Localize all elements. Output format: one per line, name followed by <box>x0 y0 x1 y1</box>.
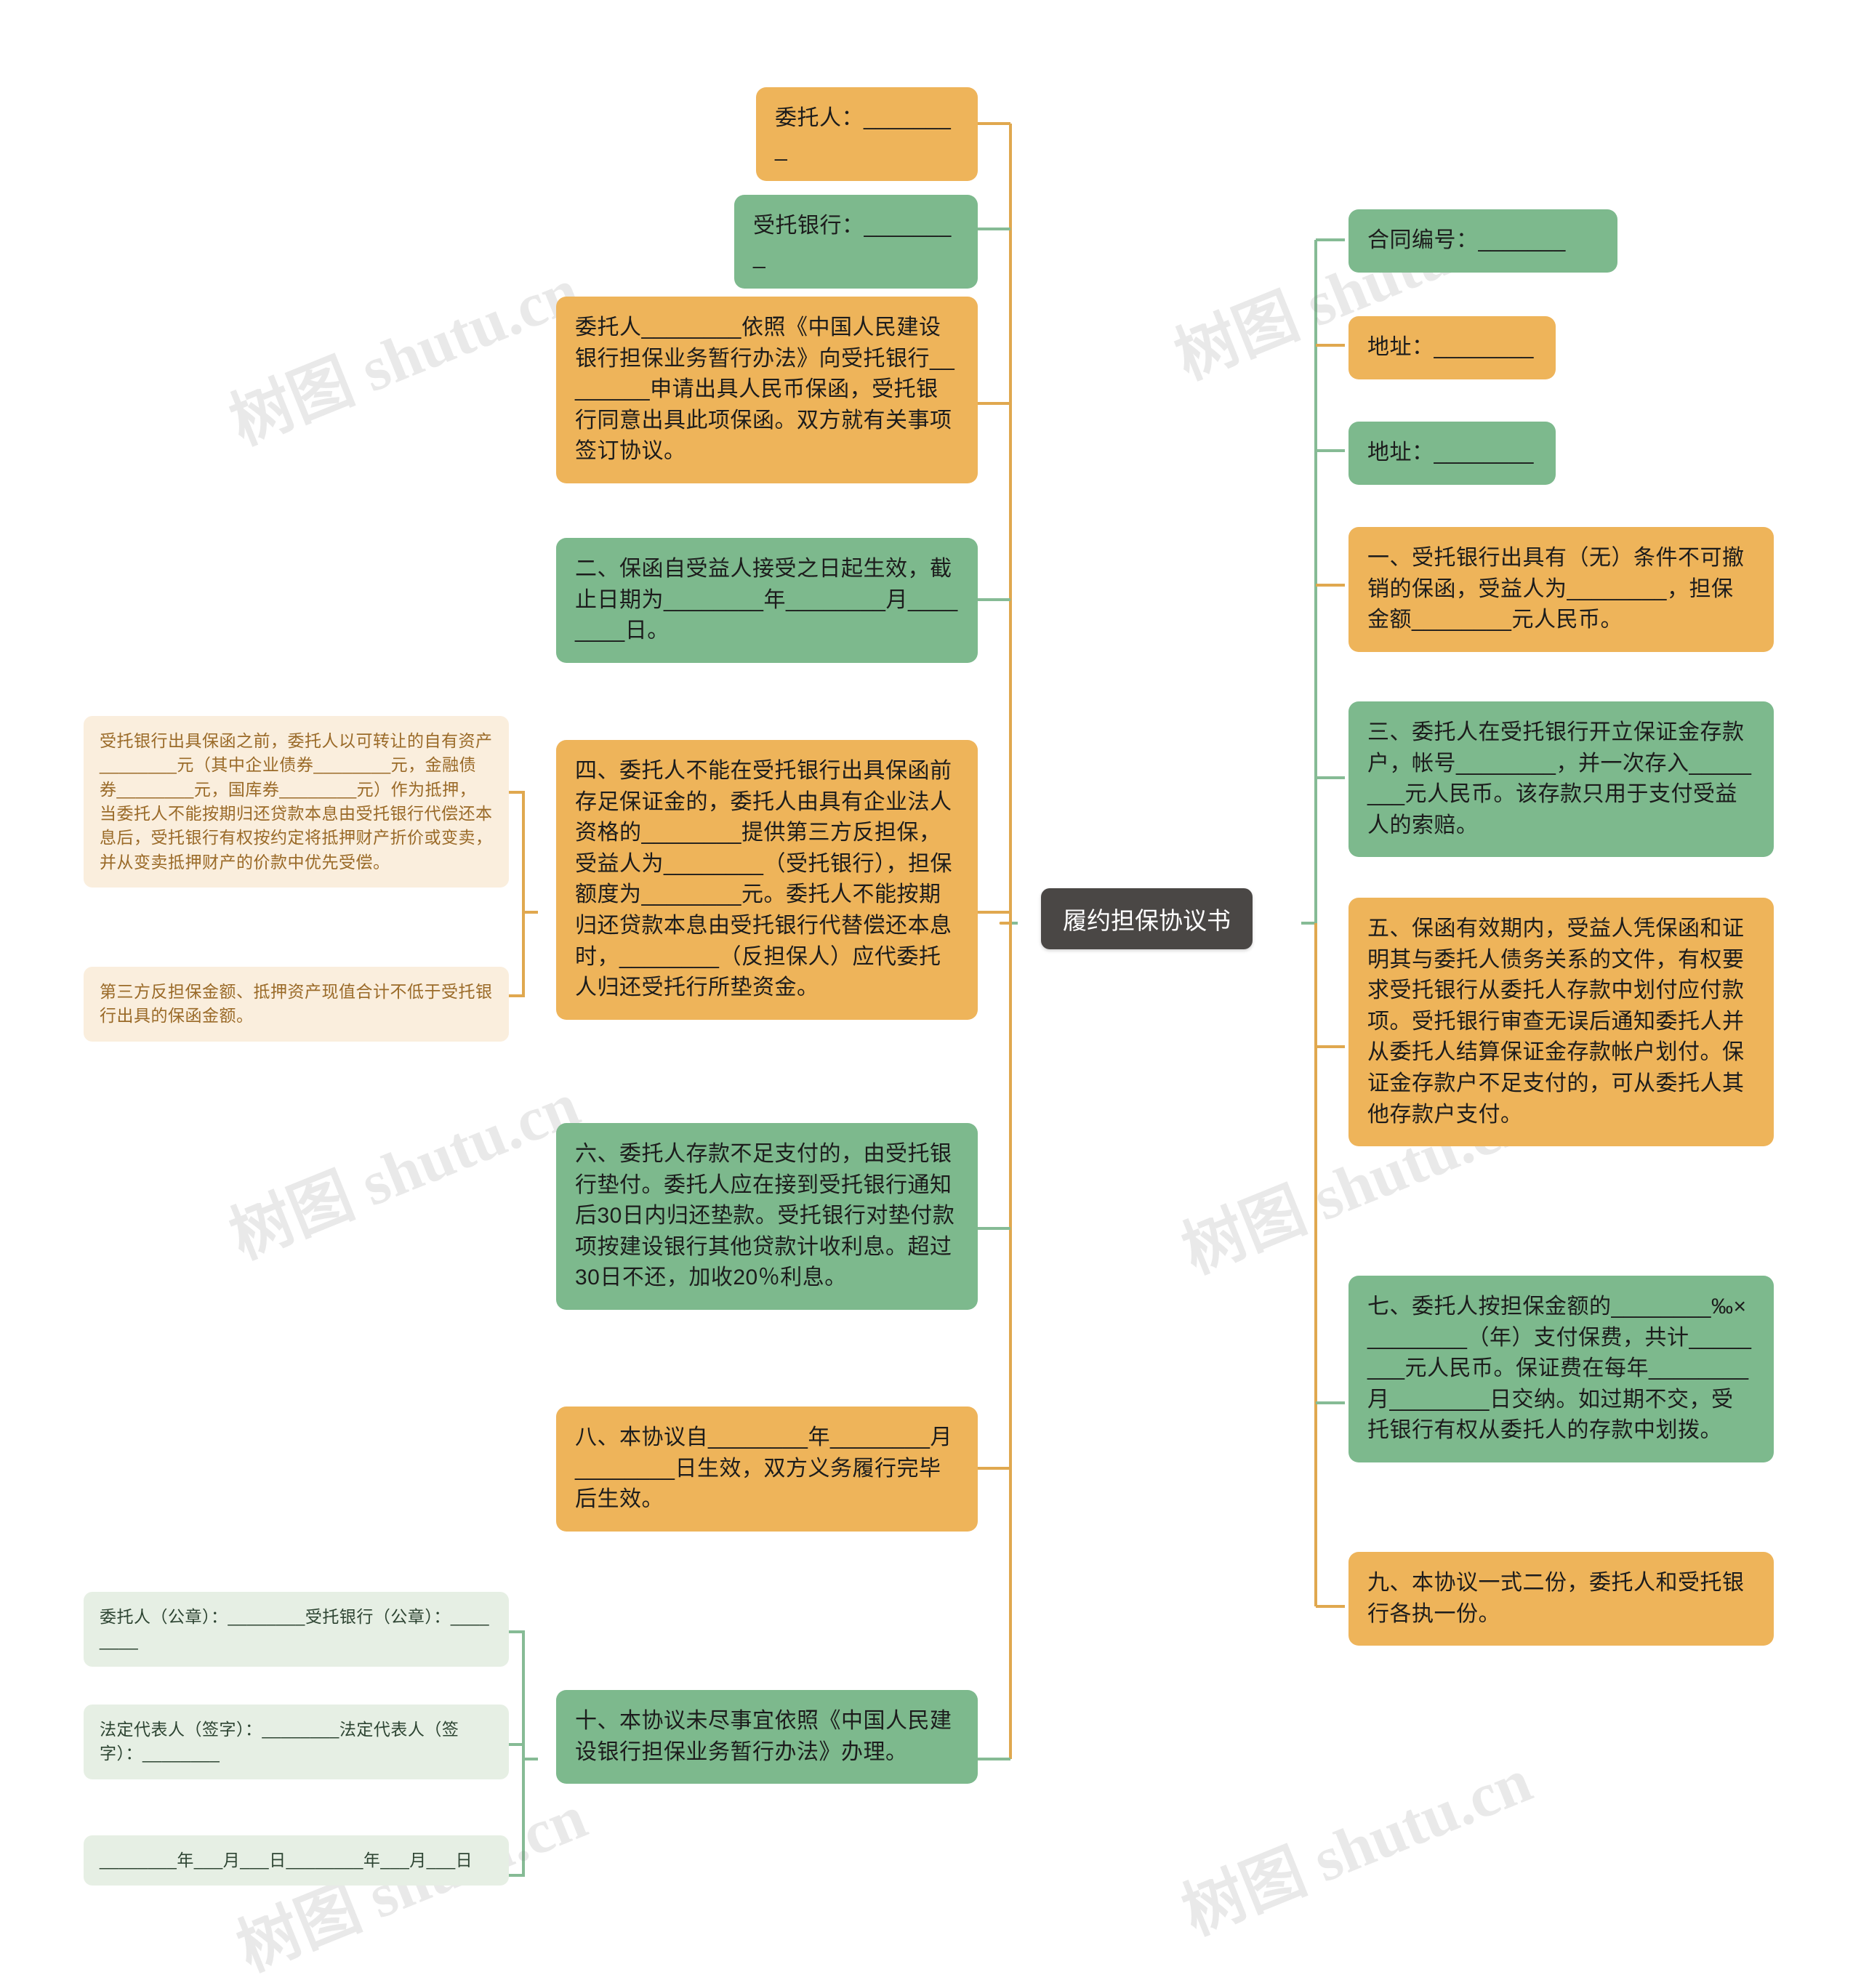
node-clause-3[interactable]: 三、委托人在受托银行开立保证金存款户，帐号________，并一次存入_____… <box>1348 701 1774 858</box>
node-clause-1[interactable]: 一、受托银行出具有（无）条件不可撤销的保函，受益人为________，担保金额_… <box>1348 527 1774 652</box>
subnode-counter-guarantee-amount[interactable]: 第三方反担保金额、抵押资产现值合计不低于受托银行出具的保函金额。 <box>84 967 509 1042</box>
node-clause-2[interactable]: 二、保函自受益人接受之日起生效，截止日期为________年________月_… <box>556 538 978 663</box>
node-clause-6[interactable]: 六、委托人存款不足支付的，由受托银行垫付。委托人应在接到受托银行通知后30日内归… <box>556 1123 978 1310</box>
subnode-seals[interactable]: 委托人（公章）：________受托银行（公章）：________ <box>84 1592 509 1667</box>
node-text: 地址：________ <box>1367 440 1534 464</box>
node-text: 六、委托人存款不足支付的，由受托银行垫付。委托人应在接到受托银行通知后30日内归… <box>575 1142 955 1290</box>
node-clause-10[interactable]: 十、本协议未尽事宜依照《中国人民建设银行担保业务暂行办法》办理。 <box>556 1690 978 1784</box>
node-entrustor[interactable]: 委托人：________ <box>756 87 978 182</box>
node-address-2[interactable]: 地址：________ <box>1348 422 1556 485</box>
node-text: 委托人：________ <box>775 106 952 161</box>
node-text: 一、受托银行出具有（无）条件不可撤销的保函，受益人为________，担保金额_… <box>1367 546 1745 632</box>
node-clause-5[interactable]: 五、保函有效期内，受益人凭保函和证明其与委托人债务关系的文件，有权要求受托银行从… <box>1348 898 1774 1147</box>
node-text: 合同编号：_______ <box>1367 228 1566 252</box>
node-clause-7[interactable]: 七、委托人按担保金额的________‰×________（年）支付保费，共计_… <box>1348 1276 1774 1462</box>
watermark: 树图 shutu.cn <box>1173 1744 1541 1948</box>
node-preamble[interactable]: 委托人________依照《中国人民建设银行担保业务暂行办法》向受托银行____… <box>556 297 978 483</box>
node-text: 法定代表人（签字）：________法定代表人（签字）：________ <box>100 1720 459 1763</box>
node-text: 委托人________依照《中国人民建设银行担保业务暂行办法》向受托银行____… <box>575 315 955 464</box>
root-node[interactable]: 履约担保协议书 <box>1041 888 1253 949</box>
node-clause-4[interactable]: 四、委托人不能在受托银行出具保函前存足保证金的，委托人由具有企业法人资格的___… <box>556 740 978 1020</box>
node-text: 四、委托人不能在受托银行出具保函前存足保证金的，委托人由具有企业法人资格的___… <box>575 759 952 1000</box>
subnode-mortgage-assets[interactable]: 受托银行出具保函之前，委托人以可转让的自有资产________元（其中企业债券_… <box>84 716 509 888</box>
node-text: 十、本协议未尽事宜依照《中国人民建设银行担保业务暂行办法》办理。 <box>575 1709 952 1764</box>
node-text: 委托人（公章）：________受托银行（公章）：________ <box>100 1607 489 1651</box>
node-clause-9[interactable]: 九、本协议一式二份，委托人和受托银行各执一份。 <box>1348 1552 1774 1646</box>
node-text: ________年___月___日________年___月___日 <box>100 1851 473 1870</box>
node-contract-number[interactable]: 合同编号：_______ <box>1348 209 1617 273</box>
node-text: 受托银行：________ <box>753 214 952 269</box>
node-text: 七、委托人按担保金额的________‰×________（年）支付保费，共计_… <box>1367 1295 1752 1443</box>
node-text: 三、委托人在受托银行开立保证金存款户，帐号________，并一次存入_____… <box>1367 720 1752 837</box>
node-address-1[interactable]: 地址：________ <box>1348 316 1556 379</box>
subnode-dates[interactable]: ________年___月___日________年___月___日 <box>84 1835 509 1886</box>
mindmap-canvas: 树图 shutu.cn 树图 shutu.cn 树图 shutu.cn 树图 s… <box>0 0 1861 1984</box>
node-text: 受托银行出具保函之前，委托人以可转让的自有资产________元（其中企业债券_… <box>100 731 493 872</box>
node-text: 九、本协议一式二份，委托人和受托银行各执一份。 <box>1367 1571 1745 1626</box>
subnode-legal-representatives[interactable]: 法定代表人（签字）：________法定代表人（签字）：________ <box>84 1705 509 1779</box>
node-text: 二、保函自受益人接受之日起生效，截止日期为________年________月_… <box>575 557 958 643</box>
node-text: 地址：________ <box>1367 335 1534 359</box>
node-trustee-bank[interactable]: 受托银行：________ <box>734 195 978 289</box>
watermark: 树图 shutu.cn <box>220 254 589 458</box>
root-label: 履约担保协议书 <box>1063 907 1231 934</box>
watermark: 树图 shutu.cn <box>220 1069 589 1272</box>
node-text: 第三方反担保金额、抵押资产现值合计不低于受托银行出具的保函金额。 <box>100 982 493 1026</box>
node-clause-8[interactable]: 八、本协议自________年________月________日生效，双方义务… <box>556 1407 978 1532</box>
node-text: 五、保函有效期内，受益人凭保函和证明其与委托人债务关系的文件，有权要求受托银行从… <box>1367 917 1745 1127</box>
node-text: 八、本协议自________年________月________日生效，双方义务… <box>575 1425 952 1512</box>
